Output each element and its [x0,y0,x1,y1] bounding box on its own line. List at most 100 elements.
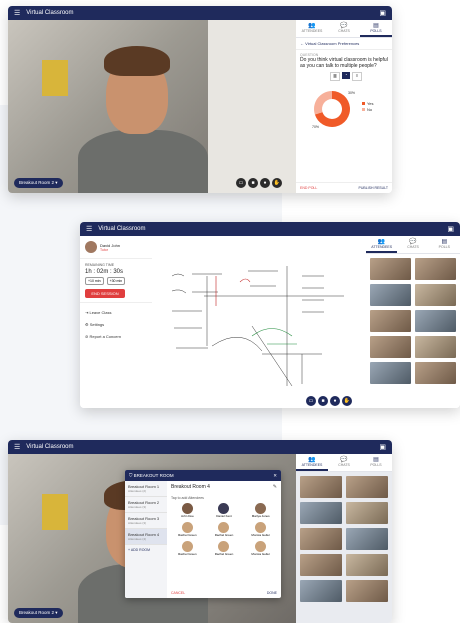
whiteboard-drawing [171,266,344,387]
hand-icon[interactable]: ✋ [272,178,282,188]
bar-chart-icon[interactable]: ▥ [330,72,340,81]
list-icon[interactable]: ≡ [352,72,362,81]
person-item[interactable]: Daniel Kent [208,503,241,518]
attendee-thumb[interactable] [300,580,342,602]
attendee-thumb[interactable] [415,336,456,358]
main-video: Breakout Room 2 ▾ ▭ ■ ● ✋ [8,20,296,193]
title-bar: ☰ Virtual Classroom ▣ [8,6,392,20]
person-item[interactable]: Rachel Green [171,522,204,537]
attendee-thumb[interactable] [415,310,456,332]
attendees-panel: 👥 ATTENDEES 💬 CHATS ▤ POLLS [366,236,460,408]
screen-share-icon[interactable]: ▭ [306,396,316,406]
tab-polls[interactable]: ▤ POLLS [360,454,392,471]
extend-10-button[interactable]: +10 min [85,277,104,285]
room-item-selected[interactable]: Breakout Room 4 Attendees (4) [125,529,167,545]
window-poll: ☰ Virtual Classroom ▣ Breakout Room 2 ▾ … [8,6,392,193]
breakout-dialog: ⛉ BREAKOUT ROOM ✕ Breakout Room 1 Attende… [125,470,281,598]
pie-chart-icon[interactable]: ◔ [342,72,350,79]
person-item[interactable]: Rachel Green [208,522,241,537]
poll-back-header[interactable]: ← Virtual Classroom Preferences [296,38,392,50]
breakout-room-selector[interactable]: Breakout Room 2 ▾ [14,178,63,188]
attendee-thumb[interactable] [346,502,388,524]
person-item[interactable]: Mariya Jones [244,503,277,518]
pie-slice-no [314,91,332,115]
left-sidebar: David John Tutor REMAINING TIME 1h : 02m… [80,236,153,408]
breakout-room-selector[interactable]: Breakout Room 2 ▾ [14,608,63,618]
window-icon[interactable]: ▣ [379,443,386,451]
tab-polls[interactable]: ▤ POLLS [429,236,460,253]
tab-chats[interactable]: 💬 CHATS [328,454,360,471]
end-session-button[interactable]: END SESSION [85,289,125,298]
person-item[interactable]: John Doe [171,503,204,518]
extend-30-button[interactable]: +30 min [106,277,126,285]
pct-yes-label: 70% [312,125,319,129]
person-item[interactable]: Monica Geller [244,522,277,537]
cancel-button[interactable]: CANCEL [171,591,185,595]
room-item[interactable]: Breakout Room 1 Attendees (2) [125,481,167,497]
mic-icon[interactable]: ● [330,396,340,406]
people-grid: John Doe Daniel Kent Mariya Jones Rachel… [171,503,277,556]
window-icon[interactable]: ▣ [379,9,386,17]
tab-chats[interactable]: 💬 CHATS [328,20,360,37]
tab-polls[interactable]: ▤ POLLS [360,20,392,37]
attendee-thumb[interactable] [415,258,456,280]
poll-pie-chart: Yes No 30% 70% [312,91,374,129]
attendee-grid [296,472,392,606]
menu-report[interactable]: ⊘ Report a Concern [85,331,147,343]
tab-attendees[interactable]: 👥 ATTENDEES [296,454,328,471]
edit-icon[interactable]: ✎ [273,484,277,490]
tap-hint: Tap to add Attendees [171,496,204,500]
attendee-thumb[interactable] [370,362,411,384]
camera-icon[interactable]: ■ [248,178,258,188]
attendees-panel: 👥 ATTENDEES 💬 CHATS ▤ POLLS [296,454,392,623]
end-poll-button[interactable]: END POLL [300,186,317,190]
menu-icon[interactable]: ☰ [86,225,92,233]
side-tabs: 👥 ATTENDEES 💬 CHATS ▤ POLLS [366,236,460,254]
mic-icon[interactable]: ● [260,178,270,188]
publish-result-button[interactable]: PUBLISH RESULT [359,186,389,190]
tab-attendees[interactable]: 👥 ATTENDEES [296,20,328,37]
side-tabs: 👥 ATTENDEES 💬 CHATS ▤ POLLS [296,454,392,472]
attendee-thumb[interactable] [346,476,388,498]
attendee-thumb[interactable] [415,362,456,384]
hand-icon[interactable]: ✋ [342,396,352,406]
attendee-thumb[interactable] [370,336,411,358]
camera-icon[interactable]: ■ [318,396,328,406]
menu-icon[interactable]: ☰ [14,443,20,451]
attendee-thumb[interactable] [370,284,411,306]
attendee-thumb[interactable] [346,554,388,576]
window-icon[interactable]: ▣ [447,225,454,233]
done-button[interactable]: DONE [267,591,277,595]
close-icon[interactable]: ✕ [273,473,277,479]
attendee-thumb[interactable] [300,502,342,524]
person-item[interactable]: Rachel Green [208,541,241,556]
attendee-thumb[interactable] [346,528,388,550]
attendee-thumb[interactable] [370,310,411,332]
side-tabs: 👥 ATTENDEES 💬 CHATS ▤ POLLS [296,20,392,38]
app-title: Virtual Classroom [26,10,74,16]
attendee-thumb[interactable] [370,258,411,280]
poll-panel: 👥 ATTENDEES 💬 CHATS ▤ POLLS ← Virtual Class… [296,20,392,193]
menu-icon[interactable]: ☰ [14,9,20,17]
call-controls: ▭ ■ ● ✋ [306,396,352,406]
attendee-thumb[interactable] [415,284,456,306]
attendee-thumb[interactable] [346,580,388,602]
user-name: David John [100,242,121,248]
legend-no: No [367,107,373,112]
menu-settings[interactable]: ⚙ Settings [85,319,147,331]
whiteboard[interactable]: ▭ ■ ● ✋ [152,236,366,408]
attendee-thumb[interactable] [300,476,342,498]
attendee-thumb[interactable] [300,528,342,550]
person-item[interactable]: Monica Geller [244,541,277,556]
app-title: Virtual Classroom [98,226,146,232]
person-item[interactable]: Rachel Green [171,541,204,556]
room-item[interactable]: Breakout Room 2 Attendees (3) [125,497,167,513]
tab-chats[interactable]: 💬 CHATS [397,236,428,253]
add-room-button[interactable]: + ADD ROOM [125,545,167,555]
room-item[interactable]: Breakout Room 3 Attendees (3) [125,513,167,529]
screen-share-icon[interactable]: ▭ [236,178,246,188]
menu-leave-class[interactable]: ⇥ Leave Class [85,307,147,319]
attendee-thumb[interactable] [300,554,342,576]
tab-attendees[interactable]: 👥 ATTENDEES [366,236,398,253]
room-title: Breakout Room 4 [171,484,210,490]
